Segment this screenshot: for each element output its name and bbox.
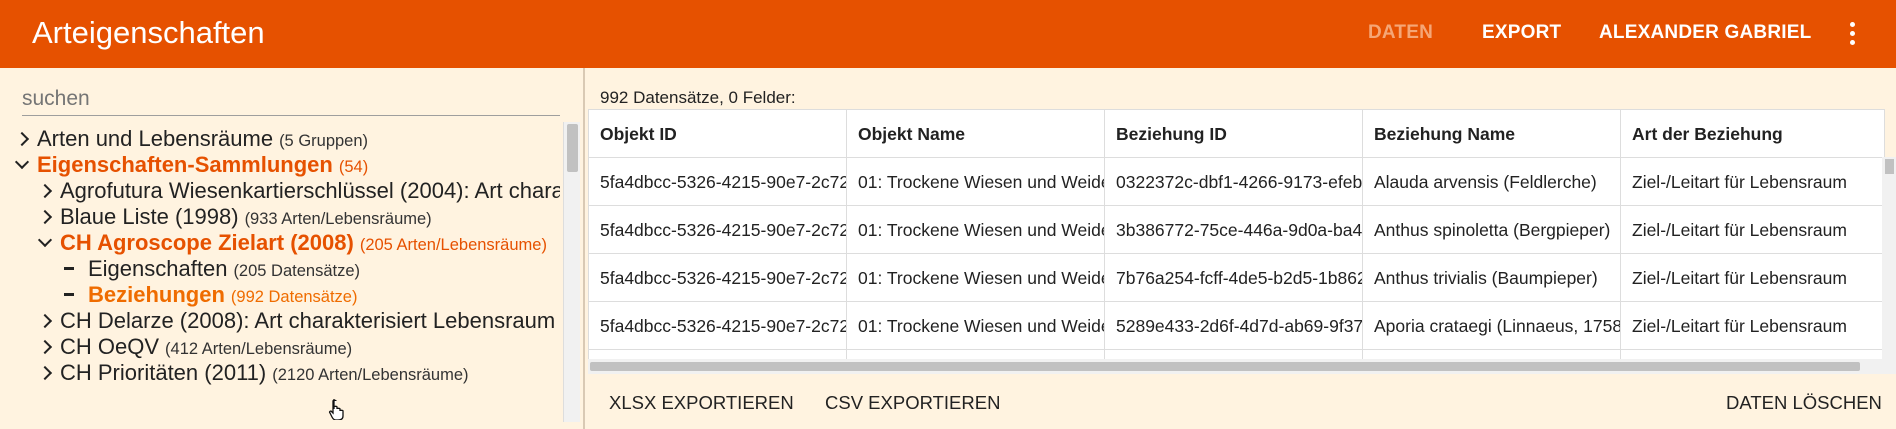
grid-horizontal-scrollbar-thumb[interactable] bbox=[590, 362, 1860, 371]
tree-node-label: Eigenschaften bbox=[88, 256, 228, 281]
table-row[interactable]: 5fa4dbcc-5326-4215-90e7-2c72 01: Trocken… bbox=[589, 158, 1884, 206]
tree-node-count: (54) bbox=[338, 158, 369, 176]
cell-objekt-name: 01: Trockene Wiesen und Weide bbox=[847, 206, 1105, 254]
tree-node-label: CH Delarze (2008): Art charakterisiert L… bbox=[60, 308, 560, 333]
column-header-objekt-name[interactable]: Objekt Name bbox=[847, 110, 1105, 158]
chevron-down-icon bbox=[37, 232, 53, 248]
tree-node-eigenschaften-sammlungen[interactable]: Eigenschaften-Sammlungen (54) bbox=[14, 152, 369, 178]
app-title: Arteigenschaften bbox=[32, 15, 265, 50]
cell-objekt-id: 5fa4dbcc-5326-4215-90e7-2c72 bbox=[589, 254, 847, 302]
cell-objekt-id: 5fa4dbcc-5326-4215-90e7-2c72 bbox=[589, 158, 847, 206]
cell-beziehung-id: 5289e433-2d6f-4d7d-ab69-9f37 bbox=[1105, 302, 1363, 350]
app-bar: Arteigenschaften DATEN EXPORT ALEXANDER … bbox=[0, 0, 1896, 68]
tree-node-label: CH OeQV bbox=[60, 334, 160, 359]
tree-node-label: CH Prioritäten (2011) bbox=[60, 360, 267, 385]
chevron-right-icon bbox=[14, 131, 30, 147]
tree-node-label: Arten und Lebensräume bbox=[37, 126, 274, 151]
cell-art-der-beziehung: Ziel-/Leitart für Lebensraum bbox=[1632, 316, 1847, 336]
column-header-art-der-beziehung[interactable]: Art der Beziehung bbox=[1621, 110, 1884, 158]
hand-cursor-icon bbox=[328, 399, 344, 420]
tree-node-count: (992 Datensätze) bbox=[230, 288, 358, 306]
tree-node-label: Eigenschaften-Sammlungen bbox=[37, 152, 333, 177]
cell-objekt-name: 01: Trockene Wiesen und Weide bbox=[847, 302, 1105, 350]
dash-icon bbox=[64, 267, 74, 270]
cell-beziehung-id: 0322372c-dbf1-4266-9173-efeb bbox=[1105, 158, 1363, 206]
search-input[interactable] bbox=[22, 82, 560, 116]
cell-art-der-beziehung: Ziel-/Leitart für Lebensraum bbox=[1632, 172, 1847, 192]
grid-vertical-scrollbar-thumb[interactable] bbox=[1885, 159, 1894, 174]
chevron-right-icon bbox=[37, 339, 53, 355]
table-row[interactable]: 5fa4dbcc-5326-4215-90e7-2c72 01: Trocken… bbox=[589, 302, 1884, 350]
cell-beziehung-id: 3b386772-75ce-446a-9d0a-ba4 bbox=[1105, 206, 1363, 254]
csv-export-button[interactable]: CSV EXPORTIEREN bbox=[825, 392, 1000, 414]
chevron-right-icon bbox=[37, 313, 53, 329]
tree-node-arten[interactable]: Arten und Lebensräume (5 Gruppen) bbox=[14, 126, 369, 152]
cell-objekt-name: 01: Trockene Wiesen und Weide bbox=[847, 158, 1105, 206]
tree-view: Arten und Lebensräume (5 Gruppen) Eigensc… bbox=[0, 126, 560, 429]
chevron-down-icon bbox=[14, 154, 30, 170]
cell-beziehung-name: Anthus spinoletta (Bergpieper) bbox=[1363, 206, 1621, 254]
tree-node-blaue-liste[interactable]: Blaue Liste (1998) (933 Arten/Lebensräume… bbox=[37, 204, 432, 230]
dash-icon bbox=[64, 293, 74, 296]
tree-node-label: Blaue Liste (1998) bbox=[60, 204, 239, 229]
records-summary: 992 Datensätze, 0 Felder: bbox=[600, 88, 796, 107]
tree-node-count: (5 Gruppen) bbox=[279, 132, 369, 150]
tree-node-count: (2120 Arten/Lebensräume) bbox=[272, 366, 469, 384]
sidebar: Arten und Lebensräume (5 Gruppen) Eigensc… bbox=[0, 68, 583, 429]
chevron-right-icon bbox=[37, 183, 53, 199]
column-header-beziehung-name[interactable]: Beziehung Name bbox=[1363, 110, 1621, 158]
column-header-objekt-id[interactable]: Objekt ID bbox=[589, 110, 847, 158]
cell-beziehung-id: 7b76a254-fcff-4de5-b2d5-1b862 bbox=[1105, 254, 1363, 302]
chevron-right-icon bbox=[37, 209, 53, 225]
tree-node-eigenschaften[interactable]: Eigenschaften (205 Datensätze) bbox=[64, 256, 360, 282]
table-row[interactable]: 5fa4dbcc-5326-4215-90e7-2c72 01: Trocken… bbox=[589, 254, 1884, 302]
cell-objekt-id: 5fa4dbcc-5326-4215-90e7-2c72 bbox=[589, 302, 847, 350]
tree-node-prioritaeten[interactable]: CH Prioritäten (2011) (2120 Arten/Lebensr… bbox=[37, 360, 469, 386]
grid-horizontal-scrollbar[interactable] bbox=[588, 359, 1883, 374]
user-button[interactable]: ALEXANDER GABRIEL bbox=[1599, 22, 1811, 44]
grid-header: Objekt ID Objekt Name Beziehung ID Bezie… bbox=[589, 110, 1884, 158]
data-grid: Objekt ID Objekt Name Beziehung ID Bezie… bbox=[588, 109, 1885, 374]
tree-node-label: CH Agroscope Zielart (2008) bbox=[60, 230, 354, 255]
nav-daten-button[interactable]: DATEN bbox=[1368, 22, 1433, 44]
tree-node-oeqv[interactable]: CH OeQV (412 Arten/Lebensräume) bbox=[37, 334, 353, 360]
tree-node-label: Agrofutura Wiesenkartierschlüssel (2004)… bbox=[60, 178, 560, 203]
cell-objekt-name: 01: Trockene Wiesen und Weide bbox=[847, 254, 1105, 302]
nav-export-button[interactable]: EXPORT bbox=[1482, 22, 1561, 44]
cell-art-der-beziehung: Ziel-/Leitart für Lebensraum bbox=[1632, 220, 1847, 240]
cell-art-der-beziehung: Ziel-/Leitart für Lebensraum bbox=[1632, 268, 1847, 288]
delete-data-button[interactable]: DATEN LÖSCHEN bbox=[1726, 392, 1882, 414]
sidebar-scrollbar-thumb[interactable] bbox=[567, 124, 578, 172]
tree-node-count: (205 Arten/Lebensräume) bbox=[359, 236, 547, 254]
tree-node-count: (933 Arten/Lebensräume) bbox=[244, 210, 432, 228]
tree-node-agrofutura[interactable]: Agrofutura Wiesenkartierschlüssel (2004)… bbox=[37, 178, 560, 204]
cell-beziehung-name: Alauda arvensis (Feldlerche) bbox=[1363, 158, 1621, 206]
action-bar: XLSX EXPORTIEREN CSV EXPORTIEREN DATEN L… bbox=[585, 374, 1896, 429]
grid-vertical-scrollbar[interactable] bbox=[1882, 157, 1896, 374]
cell-beziehung-name: Aporia crataegi (Linnaeus, 1758 bbox=[1363, 302, 1621, 350]
tree-node-delarze[interactable]: CH Delarze (2008): Art charakterisiert L… bbox=[37, 308, 560, 334]
tree-node-count: (412 Arten/Lebensräume) bbox=[165, 340, 353, 358]
xlsx-export-button[interactable]: XLSX EXPORTIEREN bbox=[609, 392, 794, 414]
tree-node-count: (205 Datensätze) bbox=[233, 262, 361, 280]
chevron-right-icon bbox=[37, 365, 53, 381]
tree-node-beziehungen[interactable]: Beziehungen (992 Datensätze) bbox=[64, 282, 357, 308]
tree-node-agroscope[interactable]: CH Agroscope Zielart (2008) (205 Arten/Le… bbox=[37, 230, 547, 256]
table-row[interactable]: 5fa4dbcc-5326-4215-90e7-2c72 01: Trocken… bbox=[589, 206, 1884, 254]
cell-beziehung-name: Anthus trivialis (Baumpieper) bbox=[1363, 254, 1621, 302]
tree-node-label: Beziehungen bbox=[88, 282, 225, 307]
more-vert-icon[interactable] bbox=[1840, 22, 1864, 46]
column-header-beziehung-id[interactable]: Beziehung ID bbox=[1105, 110, 1363, 158]
cell-objekt-id: 5fa4dbcc-5326-4215-90e7-2c72 bbox=[589, 206, 847, 254]
main-panel: 992 Datensätze, 0 Felder: Objekt ID Obje… bbox=[585, 68, 1896, 429]
sidebar-scrollbar[interactable] bbox=[563, 122, 580, 422]
